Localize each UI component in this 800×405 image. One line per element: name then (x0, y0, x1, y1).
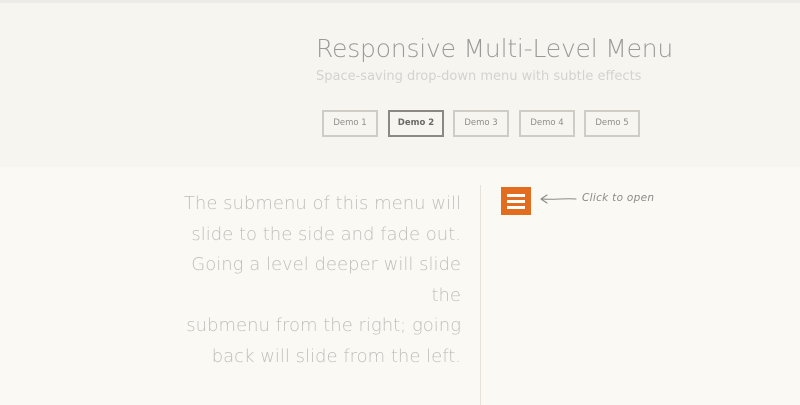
demo-4-link[interactable]: Demo 4 (519, 110, 575, 137)
description-line: back will slide from the left. (211, 345, 461, 367)
header: Responsive Multi-Level Menu Space-saving… (0, 3, 800, 167)
menu-toggle-button[interactable] (501, 187, 531, 215)
page-subtitle: Space-saving drop-down menu with subtle … (316, 69, 642, 84)
description-line: Going a level deeper will slide the (191, 254, 461, 306)
main-content: The submenu of this menu will slide to t… (0, 167, 800, 405)
description: The submenu of this menu will slide to t… (161, 189, 461, 372)
description-line: submenu from the right; going (186, 315, 461, 336)
click-to-open-hint: Click to open (582, 192, 655, 204)
vertical-divider (480, 185, 481, 405)
demo-1-link[interactable]: Demo 1 (322, 110, 378, 137)
left-arrow-icon (540, 194, 577, 204)
description-line: The submenu of this menu will (183, 193, 461, 214)
demo-5-link[interactable]: Demo 5 (584, 110, 640, 137)
page-title: Responsive Multi-Level Menu (316, 34, 674, 63)
description-line: slide to the side and fade out. (191, 223, 461, 245)
demo-2-link[interactable]: Demo 2 (388, 110, 444, 137)
page: Responsive Multi-Level Menu Space-saving… (0, 0, 800, 405)
demo-3-link[interactable]: Demo 3 (453, 110, 509, 137)
